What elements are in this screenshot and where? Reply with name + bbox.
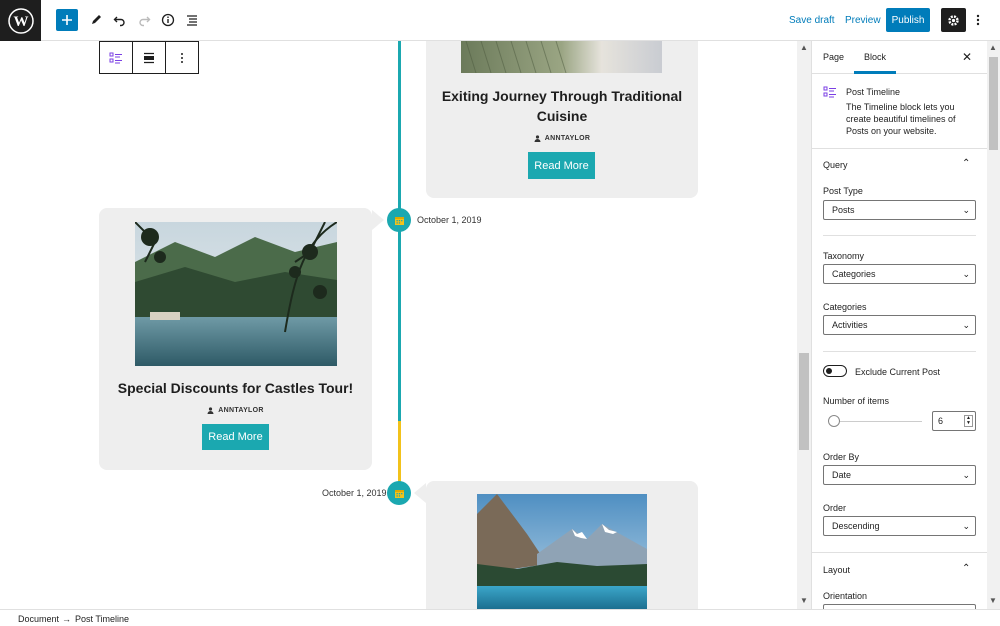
exclude-current-post-label: Exclude Current Post — [855, 367, 941, 377]
more-options-icon[interactable] — [970, 8, 986, 32]
scroll-up-icon[interactable]: ▲ — [989, 43, 997, 52]
orientation-label: Orientation — [823, 591, 868, 601]
chevron-down-icon: ⌄ — [962, 521, 970, 531]
tab-block[interactable]: Block — [864, 52, 886, 62]
order-by-value: Date — [832, 470, 852, 480]
author-user-icon — [207, 407, 214, 414]
categories-value: Activities — [832, 320, 868, 330]
post-author: ANNTAYLOR — [436, 135, 688, 142]
add-block-icon[interactable] — [56, 9, 78, 31]
taxonomy-label: Taxonomy — [823, 251, 865, 261]
post-type-select[interactable]: Posts ⌄ — [823, 200, 976, 220]
editor-topbar: W Save draft Preview Publish — [0, 0, 1000, 41]
chevron-down-icon: ⌄ — [962, 470, 970, 480]
order-value: Descending — [832, 521, 880, 531]
post-type-value: Posts — [832, 205, 855, 215]
save-draft-button[interactable]: Save draft — [789, 15, 835, 26]
info-icon[interactable] — [156, 8, 180, 32]
calendar-icon — [394, 216, 404, 225]
close-icon[interactable]: ✕ — [962, 50, 972, 64]
settings-gear-icon[interactable] — [941, 8, 966, 32]
sidebar-scrollbar[interactable]: ▲ ▼ — [987, 41, 1000, 609]
block-more-options-icon[interactable] — [166, 42, 198, 73]
author-user-icon — [534, 135, 541, 142]
order-label: Order — [823, 503, 847, 513]
order-select[interactable]: Descending ⌄ — [823, 516, 976, 536]
block-toolbar — [99, 41, 199, 74]
number-of-items-label: Number of items — [823, 396, 890, 406]
edit-pencil-icon[interactable] — [84, 8, 108, 32]
taxonomy-select[interactable]: Categories ⌄ — [823, 264, 976, 284]
taxonomy-value: Categories — [832, 269, 876, 279]
block-card: Post Timeline The Timeline block lets yo… — [812, 74, 987, 149]
panel-divider — [812, 552, 987, 553]
post-title: Special Discounts for Castles Tour! — [117, 380, 354, 396]
categories-select[interactable]: Activities ⌄ — [823, 315, 976, 335]
divider — [823, 351, 976, 352]
scroll-up-icon[interactable]: ▲ — [800, 43, 808, 52]
scroll-down-icon[interactable]: ▼ — [800, 596, 808, 605]
breadcrumb-post-timeline[interactable]: Post Timeline — [75, 614, 129, 624]
chevron-down-icon: ⌄ — [962, 205, 970, 215]
order-by-label: Order By — [823, 452, 860, 462]
post-date: October 1, 2019 — [322, 488, 387, 498]
post-date: October 1, 2019 — [417, 215, 482, 225]
redo-icon[interactable] — [132, 8, 156, 32]
chevron-up-icon[interactable]: ⌃ — [962, 158, 970, 169]
settings-sidebar: Page Block ✕ Post Timeline The Timeline … — [811, 41, 987, 609]
divider — [823, 235, 976, 236]
query-panel-title[interactable]: Query — [823, 160, 848, 170]
post-image-cuisine — [461, 41, 662, 73]
block-title: Post Timeline — [846, 87, 901, 97]
chevron-down-icon: ⌄ — [962, 269, 970, 279]
block-description: The Timeline block lets you create beaut… — [846, 102, 956, 136]
sidebar-scrollbar-thumb[interactable] — [989, 57, 998, 150]
post-timeline-block-icon[interactable] — [100, 42, 133, 73]
chevron-up-icon[interactable]: ⌃ — [962, 563, 970, 574]
author-name: ANNTAYLOR — [544, 135, 591, 142]
align-full-icon[interactable] — [133, 42, 166, 73]
undo-icon[interactable] — [108, 8, 132, 32]
scroll-down-icon[interactable]: ▼ — [989, 596, 997, 605]
read-more-button[interactable]: Read More — [202, 424, 269, 450]
number-of-items-input[interactable]: 6 ▲ ▼ — [932, 411, 976, 431]
post-title: Exiting Journey Through Traditional Cuis… — [441, 88, 683, 124]
card-pointer — [372, 210, 384, 230]
read-more-button[interactable]: Read More — [528, 152, 595, 179]
layout-panel-title[interactable]: Layout — [823, 565, 850, 575]
wordpress-logo-icon[interactable]: W — [0, 0, 41, 41]
list-view-icon[interactable] — [180, 8, 204, 32]
author-name: ANNTAYLOR — [218, 407, 264, 414]
number-of-items-slider-handle[interactable] — [828, 415, 840, 427]
categories-label: Categories — [823, 302, 867, 312]
editor-canvas: Exiting Journey Through Traditional Cuis… — [0, 41, 797, 609]
post-author: ANNTAYLOR — [109, 407, 362, 414]
post-timeline-icon — [823, 86, 837, 101]
tab-page[interactable]: Page — [823, 52, 844, 62]
timeline-marker — [387, 481, 411, 505]
breadcrumb-separator: → — [62, 614, 71, 624]
card-pointer — [414, 483, 426, 503]
order-by-select[interactable]: Date ⌄ — [823, 465, 976, 485]
breadcrumb: Document → Post Timeline — [0, 609, 1000, 626]
preview-button[interactable]: Preview — [845, 15, 881, 26]
calendar-icon — [394, 489, 404, 498]
post-image-mountains — [477, 494, 647, 609]
post-type-label: Post Type — [823, 186, 863, 196]
post-image-lake — [135, 222, 337, 366]
number-of-items-value: 6 — [938, 416, 944, 426]
breadcrumb-document[interactable]: Document — [18, 614, 59, 624]
exclude-current-post-toggle[interactable] — [823, 365, 847, 377]
sidebar-tabs: Page Block ✕ — [812, 41, 987, 74]
canvas-scrollbar[interactable]: ▲ ▼ — [797, 41, 811, 609]
svg-text:W: W — [13, 14, 28, 30]
publish-button[interactable]: Publish — [886, 8, 930, 32]
chevron-down-icon: ⌄ — [962, 320, 970, 330]
spinner-icon[interactable]: ▲ ▼ — [964, 415, 973, 427]
timeline-marker — [387, 208, 411, 232]
number-of-items-slider-track[interactable] — [828, 421, 922, 422]
canvas-scrollbar-thumb[interactable] — [799, 353, 809, 450]
